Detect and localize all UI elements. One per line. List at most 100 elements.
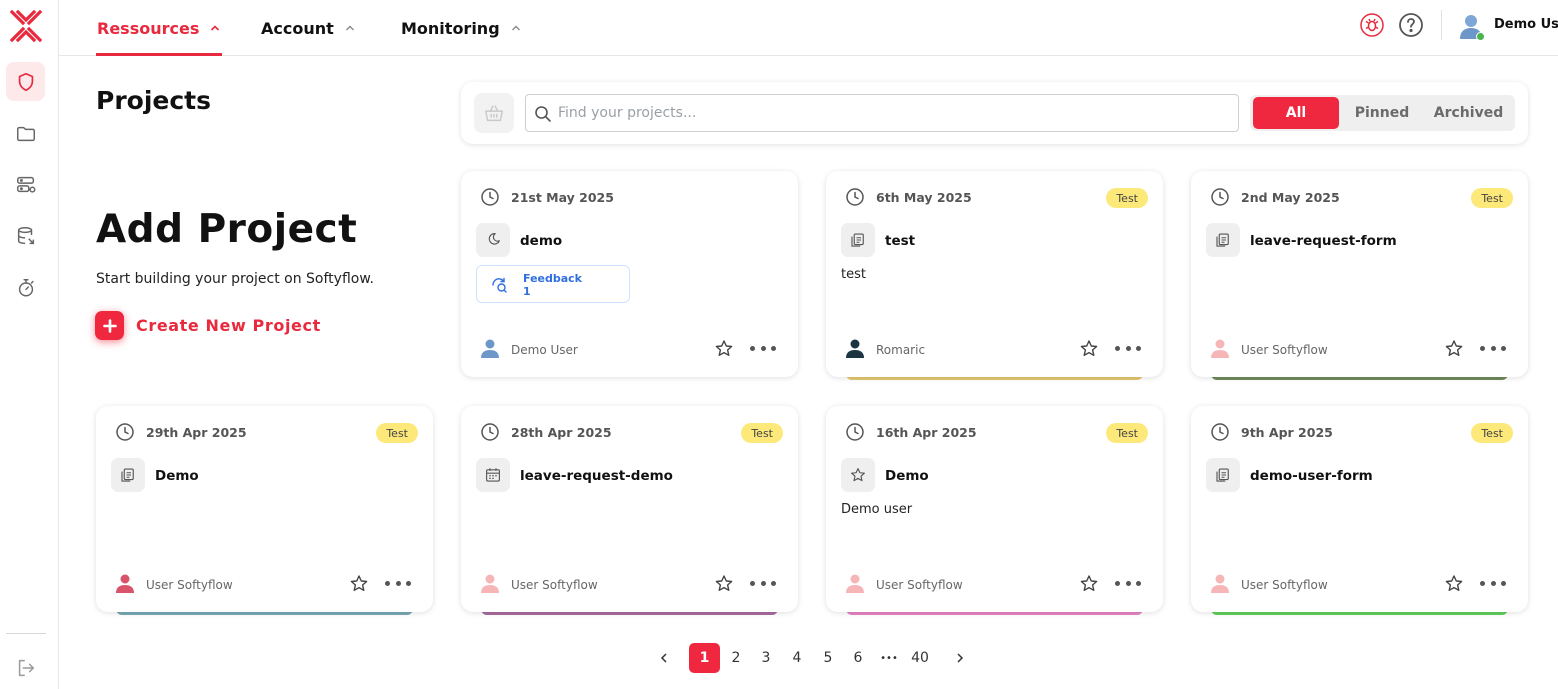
calendar-icon [486, 468, 500, 482]
page-button-1[interactable]: 1 [689, 643, 720, 673]
tab-ressources[interactable]: Ressources [95, 0, 223, 56]
project-description: Demo user [841, 502, 913, 517]
prev-page-button[interactable] [654, 643, 674, 673]
logout-icon [18, 659, 34, 676]
sidebar-item-database[interactable] [6, 216, 45, 255]
project-card-body: 2nd May 2025 Test leave-request-form User S… [1191, 171, 1528, 377]
page-button-3[interactable]: 3 [756, 643, 776, 673]
feedback-chip[interactable]: Feedback 1 [476, 265, 630, 303]
help-icon[interactable] [1398, 12, 1424, 38]
chevron-up-icon [345, 25, 354, 31]
owner-avatar-icon [481, 574, 499, 593]
dot [750, 345, 755, 351]
sidebar-item-timer[interactable] [6, 268, 45, 307]
page-button-4[interactable]: 4 [787, 643, 807, 673]
dot [760, 580, 766, 586]
project-icon-box [841, 223, 875, 257]
project-name[interactable]: demo-user-form [1250, 468, 1373, 484]
create-new-project-button[interactable]: Create New Project [95, 311, 321, 340]
tab-account[interactable]: Account [261, 0, 356, 56]
dot [1136, 345, 1141, 351]
tab-monitoring[interactable]: Monitoring [401, 0, 522, 56]
sidebar-item-projects[interactable] [6, 114, 45, 153]
project-card-body: 16th Apr 2025 Test Demo Demo user User Softy… [826, 406, 1163, 612]
sidebar-item-servers[interactable] [6, 165, 45, 204]
filter-archived-button[interactable]: Archived [1425, 97, 1512, 129]
pin-star-icon[interactable] [714, 574, 734, 594]
project-icon-box [476, 458, 510, 492]
project-date: 29th Apr 2025 [146, 425, 247, 440]
sidebar-item-security[interactable] [6, 62, 45, 101]
more-options-button[interactable] [1480, 340, 1506, 356]
search-toolbar: All Pinned Archived [461, 82, 1528, 144]
page-button-6[interactable]: 6 [848, 643, 868, 673]
user-name[interactable]: Demo Us [1494, 17, 1558, 32]
project-icon-box [1206, 223, 1240, 257]
dot [771, 580, 776, 586]
basket-button[interactable] [474, 93, 514, 133]
project-name[interactable]: Demo [155, 468, 199, 484]
tag-badge: Test [1106, 188, 1148, 208]
shield-icon [18, 72, 33, 91]
more-options-button[interactable] [750, 575, 776, 591]
add-project-subtitle: Start building your project on Softyflow… [96, 271, 374, 287]
project-name[interactable]: leave-request-form [1250, 233, 1397, 249]
moon-icon [488, 233, 500, 245]
project-card-body: 21st May 2025 demo Feedback 1 Demo User [461, 171, 798, 377]
project-description: test [841, 267, 866, 282]
search-field[interactable] [525, 94, 1239, 132]
pin-star-icon[interactable] [714, 339, 734, 359]
bug-icon[interactable] [1359, 12, 1385, 38]
project-owner: User Softyflow [146, 578, 233, 592]
project-card[interactable]: 28th Apr 2025 Test leave-request-demo User … [461, 406, 798, 615]
pin-star-icon[interactable] [1444, 339, 1464, 359]
chevron-left-icon [660, 653, 667, 663]
tag-badge: Test [741, 423, 783, 443]
project-name[interactable]: test [885, 233, 915, 249]
page-button-last[interactable]: 40 [907, 643, 933, 673]
chevron-up-icon [511, 25, 520, 31]
dot [1480, 345, 1485, 351]
project-card[interactable]: 21st May 2025 demo Feedback 1 Demo User [461, 171, 798, 377]
dot [1125, 580, 1131, 586]
project-card[interactable]: 9th Apr 2025 Test demo-user-form User Softy… [1191, 406, 1528, 615]
more-options-button[interactable] [1115, 575, 1141, 591]
tag-badge: Test [1471, 188, 1513, 208]
search-input[interactable] [558, 95, 1228, 131]
top-navigation: Ressources Account Monitoring [59, 0, 1558, 56]
project-name[interactable]: Demo [885, 468, 929, 484]
filter-all-button[interactable]: All [1253, 97, 1339, 129]
filter-segmented-control: All Pinned Archived [1250, 95, 1515, 131]
pin-star-icon[interactable] [1079, 574, 1099, 594]
owner-avatar-icon [1211, 339, 1229, 358]
clock-icon [846, 423, 864, 441]
softyflow-x-logo-icon[interactable] [8, 8, 44, 44]
folder-icon [16, 126, 35, 141]
project-card[interactable]: 29th Apr 2025 Test Demo User Softyflow [96, 406, 433, 615]
chevron-up-icon [211, 25, 220, 31]
more-options-button[interactable] [750, 340, 776, 356]
logout-button[interactable] [6, 648, 45, 687]
more-options-button[interactable] [1480, 575, 1506, 591]
next-page-button[interactable] [950, 643, 970, 673]
page-ellipsis: ••• [880, 652, 898, 664]
more-options-button[interactable] [385, 575, 411, 591]
project-card[interactable]: 6th May 2025 Test test test Romaric [826, 171, 1163, 380]
project-name[interactable]: demo [520, 233, 562, 249]
project-owner: Romaric [876, 343, 926, 357]
more-options-button[interactable] [1115, 340, 1141, 356]
project-date: 28th Apr 2025 [511, 425, 612, 440]
pin-star-icon[interactable] [349, 574, 369, 594]
project-owner: User Softyflow [1241, 578, 1328, 592]
filter-pinned-button[interactable]: Pinned [1339, 97, 1425, 129]
tag-badge: Test [1471, 423, 1513, 443]
timer-icon [18, 278, 34, 297]
tab-label: Monitoring [401, 18, 500, 38]
page-button-2[interactable]: 2 [726, 643, 746, 673]
pin-star-icon[interactable] [1079, 339, 1099, 359]
pin-star-icon[interactable] [1444, 574, 1464, 594]
project-card[interactable]: 16th Apr 2025 Test Demo Demo user User Softy… [826, 406, 1163, 615]
page-button-5[interactable]: 5 [818, 643, 838, 673]
project-name[interactable]: leave-request-demo [520, 468, 673, 484]
project-card[interactable]: 2nd May 2025 Test leave-request-form User S… [1191, 171, 1528, 380]
